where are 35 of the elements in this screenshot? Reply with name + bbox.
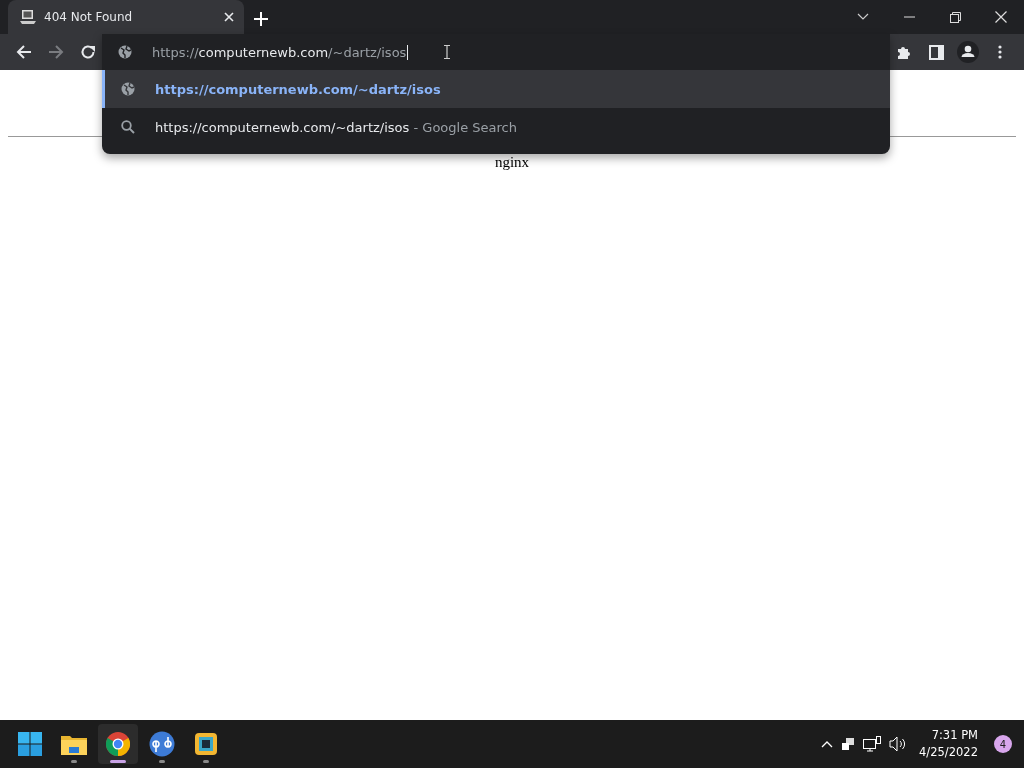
- chevron-up-icon[interactable]: [821, 740, 834, 748]
- chevron-down-icon[interactable]: [857, 13, 869, 21]
- clock-time[interactable]: 7:31 PM: [931, 727, 978, 744]
- profile-icon[interactable]: [957, 41, 979, 63]
- text-cursor-icon: [443, 45, 451, 59]
- minimize-icon[interactable]: [903, 16, 915, 18]
- speaker-icon[interactable]: [889, 736, 908, 752]
- reload-icon[interactable]: [80, 44, 96, 60]
- menu-icon[interactable]: [998, 45, 1002, 59]
- clock-date[interactable]: 4/25/2022: [919, 744, 978, 761]
- server-name: nginx: [494, 154, 530, 171]
- taskbar-app[interactable]: [98, 724, 138, 764]
- address-field[interactable]: https://computernewb.com/~dartz/isos: [152, 44, 409, 60]
- close-icon[interactable]: [995, 11, 1007, 23]
- browser-tab[interactable]: 404 Not Found: [8, 0, 244, 34]
- back-arrow-icon[interactable]: [16, 44, 32, 60]
- side-panel-icon[interactable]: [928, 44, 944, 60]
- computer-icon: [20, 9, 36, 25]
- suggestion-item[interactable]: https://computernewb.com/~dartz/isos: [102, 70, 890, 108]
- search-icon: [121, 120, 135, 134]
- suggestion-item[interactable]: https://computernewb.com/~dartz/isos - Google Search: [102, 108, 890, 146]
- windows-logo-icon: [18, 732, 42, 756]
- devices-icon[interactable]: [841, 737, 856, 751]
- forward-arrow-icon[interactable]: [48, 44, 64, 60]
- globe-icon: [121, 82, 135, 96]
- network-icon[interactable]: [863, 736, 882, 752]
- chrome-icon: [106, 732, 130, 756]
- globe-icon: [118, 45, 132, 59]
- close-icon[interactable]: [224, 12, 234, 22]
- notification-badge[interactable]: 4: [994, 735, 1012, 753]
- virtual-machine-icon: [194, 732, 218, 756]
- plus-icon[interactable]: [254, 12, 268, 26]
- restore-icon[interactable]: [949, 11, 961, 23]
- folder-icon: [61, 733, 87, 755]
- puzzle-icon[interactable]: [896, 44, 912, 60]
